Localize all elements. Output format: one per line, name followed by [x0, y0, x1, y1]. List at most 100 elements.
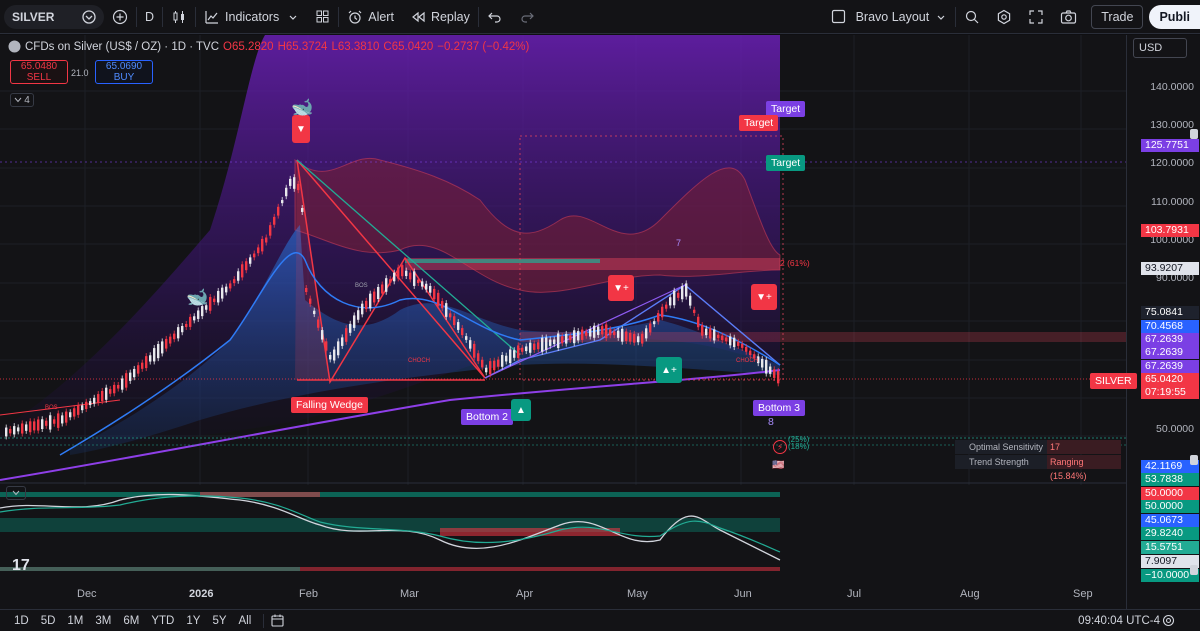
range-button-1d[interactable]: 1D: [8, 615, 35, 627]
x-axis-label: Aug: [960, 588, 980, 600]
oscillator-band-top: [0, 492, 780, 497]
trade-button[interactable]: Trade: [1091, 4, 1144, 29]
choch-label-1: CHOCH: [408, 358, 430, 364]
legend-change: −0.2737 (−0.42%): [437, 40, 530, 53]
buy-signal-marker: ▲: [511, 399, 531, 421]
range-button-all[interactable]: All: [233, 615, 258, 627]
replay-label: Replay: [430, 9, 470, 24]
interval-button[interactable]: D: [137, 0, 162, 34]
legend-high: H65.3724: [277, 40, 328, 53]
lightning-icon: ⚡: [773, 440, 787, 454]
layout-button[interactable]: Bravo Layout: [823, 0, 956, 34]
range-button-5d[interactable]: 5D: [35, 615, 62, 627]
price-axis-label: 130.0000: [1150, 119, 1194, 131]
redo-icon: [521, 12, 534, 23]
price-axis-tag: 67.2639: [1141, 360, 1199, 373]
axis-scroll-handle[interactable]: [1190, 455, 1198, 465]
compare-button[interactable]: [104, 0, 136, 34]
x-axis-label: Jul: [847, 588, 862, 600]
tradingview-logo: 17: [12, 557, 30, 574]
symbol-search[interactable]: SILVER: [4, 4, 104, 29]
legend-close: C65.0420: [383, 40, 434, 53]
clock[interactable]: 09:40:04 UTC-4: [1078, 615, 1160, 627]
search-icon: [966, 10, 979, 23]
price-axis-tag: 29.8240: [1141, 527, 1199, 540]
symbol-price-tag: SILVER: [1090, 373, 1137, 389]
range-button-5y[interactable]: 5Y: [206, 615, 232, 627]
oscillator-fill-red: [440, 528, 620, 536]
indicators-button[interactable]: Indicators: [196, 0, 307, 34]
replay-button[interactable]: Replay: [402, 0, 478, 34]
buy-button[interactable]: 65.0690 BUY: [95, 60, 153, 84]
brand-icon: [82, 9, 96, 24]
sell-label: SELL: [26, 72, 52, 83]
range-button-6m[interactable]: 6M: [117, 615, 145, 627]
date-range-buttons: 1D 5D 1M 3M 6M YTD 1Y 5Y All: [8, 615, 257, 627]
sell-button[interactable]: 65.0480 SELL: [10, 60, 68, 84]
price-axis-tag: 15.5751: [1141, 541, 1199, 554]
wave-count-8: 8: [768, 416, 774, 428]
pane-collapse-button[interactable]: [6, 486, 26, 500]
legend-low: L63.3810: [331, 40, 380, 53]
gear-icon: [998, 9, 1011, 24]
range-button-3m[interactable]: 3M: [89, 615, 117, 627]
sensitivity-row: Optimal Sensitivity 17: [955, 440, 1121, 454]
fib-level-label: 2 (61%): [780, 258, 810, 268]
indicator-info-panel: Optimal Sensitivity 17 Trend Strength Ra…: [955, 440, 1121, 481]
sensitivity-value: 17: [1047, 440, 1121, 454]
x-axis-label: Sep: [1073, 588, 1093, 600]
x-axis-label: 2026: [189, 588, 214, 600]
redo-button[interactable]: [511, 0, 543, 34]
chevron-down-icon: [12, 490, 20, 496]
publish-button[interactable]: Publi: [1149, 4, 1200, 29]
indicators-collapse-button[interactable]: 4: [10, 93, 34, 107]
alert-label: Alert: [368, 9, 394, 24]
target-label-red: Target: [739, 115, 779, 131]
axis-scroll-handle[interactable]: [1190, 565, 1198, 575]
sell-signal-marker: ▼+: [608, 275, 634, 301]
target-label-green: Target: [766, 155, 806, 171]
chart-canvas[interactable]: Target Target Target Falling Wedge Botto…: [0, 35, 1126, 609]
x-axis-label: May: [627, 588, 648, 600]
chart-settings-button[interactable]: [1161, 613, 1176, 631]
falling-wedge-label: Falling Wedge: [291, 397, 368, 413]
indicator-count: 4: [24, 94, 30, 106]
price-axis-label: 50.0000: [1156, 423, 1194, 435]
alert-button[interactable]: Alert: [339, 0, 402, 34]
price-axis-tag: 67.2639: [1141, 346, 1199, 359]
x-axis-label: Mar: [400, 588, 419, 600]
bos-label-1: BOS: [45, 405, 58, 411]
sell-price: 65.0480: [20, 61, 58, 72]
x-axis-label: Jun: [734, 588, 752, 600]
snapshot-button[interactable]: [1052, 0, 1085, 34]
templates-button[interactable]: [307, 0, 338, 34]
settings-button[interactable]: [988, 0, 1020, 34]
range-button-ytd[interactable]: YTD: [145, 615, 180, 627]
fullscreen-button[interactable]: [1020, 0, 1052, 34]
whale-icon: 🐋: [186, 287, 209, 307]
sell-signal-marker: ▼: [292, 115, 310, 143]
bottom-toolbar: 1D 5D 1M 3M 6M YTD 1Y 5Y All 09:40:04 UTC-4: [0, 609, 1200, 631]
price-axis[interactable]: USD 140.0000 130.0000 120.0000 110.0000 100.…: [1126, 35, 1200, 609]
camera-icon: [1061, 9, 1077, 24]
trend-label: Trend Strength: [955, 455, 1047, 469]
range-button-1y[interactable]: 1Y: [180, 615, 206, 627]
goto-date-button[interactable]: [270, 613, 285, 628]
price-axis-tag: 50.0000: [1141, 500, 1199, 513]
bos-label-2: BOS: [355, 283, 368, 289]
chevron-down-icon: [937, 15, 945, 20]
candles-icon: [173, 10, 185, 23]
chart-type-button[interactable]: [163, 0, 195, 34]
sensitivity-label: Optimal Sensitivity: [955, 440, 1047, 454]
bottom-2-label: Bottom 2: [461, 409, 514, 425]
axis-scroll-handle[interactable]: [1190, 129, 1198, 139]
price-axis-label: 120.0000: [1150, 157, 1194, 169]
buy-price: 65.0690: [105, 61, 143, 72]
currency-selector[interactable]: USD: [1133, 38, 1187, 58]
undo-button[interactable]: [479, 0, 511, 34]
buy-signal-marker: ▲+: [656, 357, 682, 383]
quick-search-button[interactable]: [956, 0, 988, 34]
price-axis-tag: 75.0841: [1141, 306, 1199, 319]
currency-label: USD: [1139, 42, 1163, 54]
range-button-1m[interactable]: 1M: [61, 615, 89, 627]
